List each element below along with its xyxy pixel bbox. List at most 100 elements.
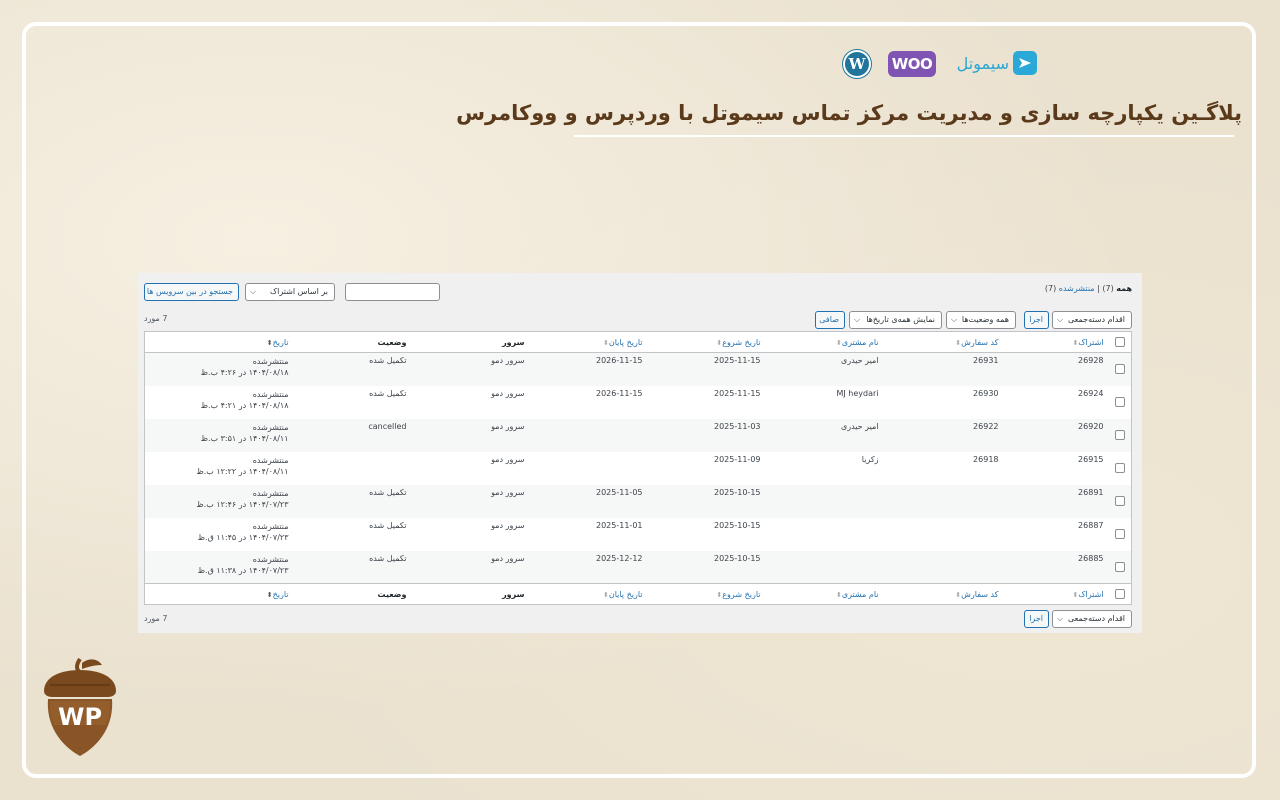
cell-date: منتشرشده ۱۴۰۴/۰۸/۱۸ در ۴:۲۶ ب.ظ (145, 353, 295, 386)
filter-all-label[interactable]: همه (1116, 284, 1132, 293)
column-date[interactable]: تاریخ⬍ (144, 331, 295, 353)
cell-server: سرور دمو (491, 421, 525, 431)
cell-end-date: 2026-11-15 (596, 356, 643, 365)
row-checkbox-cell[interactable] (1110, 386, 1132, 419)
column-label: تاریخ شروع (722, 589, 761, 599)
column-date[interactable]: تاریخ⬍ (144, 583, 295, 605)
cell-publish-state: منتشرشده (252, 554, 289, 564)
row-checkbox-cell[interactable] (1110, 518, 1132, 551)
bulk-action-select[interactable]: ⌵ اقدام دسته‌جمعی (1052, 311, 1132, 329)
cell-server: سرور دمو (491, 388, 525, 398)
cell-subscription[interactable]: 26891 (1005, 485, 1110, 518)
column-order-code[interactable]: کد سفارش⬍ (884, 331, 1005, 353)
table-body: 26928 26931 امیر حیدری 2025-11-15 2026-11-15… (144, 352, 1132, 584)
table-row[interactable]: 26924 26930 MJ heydari 2025-11-15 2026-11-15… (145, 386, 1132, 419)
bulk-action-label: اقدام دسته‌جمعی (1067, 315, 1125, 324)
apply-button-bottom[interactable]: اجرا (1024, 610, 1049, 628)
table-row[interactable]: 26920 26922 امیر حیدری 2025-11-03 سرور دمو ca… (144, 418, 1132, 452)
status-filter-select[interactable]: ⌵ همه وضعیت‌ها (946, 311, 1016, 329)
date-filter-select[interactable]: ⌵ نمایش همه‌ی تاریخ‌ها (849, 311, 942, 329)
search-services-button[interactable]: جستجو در بین سرویس ها (144, 283, 239, 301)
column-start-date[interactable]: تاریخ شروع⬍ (648, 331, 767, 353)
bulk-action-select-bottom[interactable]: ⌵ اقدام دسته‌جمعی (1052, 610, 1132, 628)
admin-list-panel: همه (7) | منتشرشده (7) ⌵ بر اساس اشتراک … (138, 273, 1142, 633)
cell-end-date: 2025-11-01 (596, 520, 643, 530)
cell-order-code: 26922 (973, 421, 999, 431)
cell-customer-name: زکریا (861, 454, 879, 464)
column-label: تاریخ شروع (722, 337, 761, 347)
filter-button[interactable]: صافی (815, 311, 845, 329)
row-checkbox[interactable] (1115, 496, 1126, 506)
cell-subscription[interactable]: 26928 (1005, 353, 1110, 386)
cell-date: منتشرشده ۱۴۰۴/۰۸/۱۱ در ۱۲:۲۲ ب.ظ (145, 452, 295, 485)
apply-button[interactable]: اجرا (1024, 311, 1049, 329)
filter-published-link[interactable]: منتشرشده (1059, 284, 1095, 293)
cell-status: تکمیل شده (369, 520, 407, 530)
chevron-down-icon: ⌵ (951, 315, 958, 324)
cell-order-code (885, 485, 1005, 518)
column-subscription[interactable]: اشتراک⬍ (1004, 583, 1110, 605)
woocommerce-logo-icon: WOO (888, 51, 936, 77)
select-all-checkbox[interactable] (1115, 589, 1126, 599)
column-order-code[interactable]: کد سفارش⬍ (884, 583, 1005, 605)
table-row[interactable]: 26885 2025-10-15 2025-12-12 سرور دمو تکمیل ش… (144, 550, 1132, 584)
cell-publish-date: ۱۴۰۴/۰۸/۱۱ در ۳:۵۱ ب.ظ (200, 433, 289, 443)
cell-subscription[interactable]: 26885 (1005, 551, 1110, 584)
column-label: تاریخ پایان (608, 337, 643, 347)
row-checkbox[interactable] (1115, 463, 1126, 473)
cell-end-date: 2025-12-12 (596, 553, 643, 563)
cell-date: منتشرشده ۱۴۰۴/۰۷/۲۳ در ۱۱:۴۵ ق.ظ (145, 518, 295, 551)
select-all-checkbox-cell-footer[interactable] (1109, 583, 1132, 605)
cell-start-date: 2025-10-15 (714, 520, 761, 530)
column-label: اشتراک (1078, 589, 1104, 599)
corner-logo-text: WP (57, 703, 103, 731)
row-checkbox-cell[interactable] (1110, 551, 1132, 584)
column-status: وضعیت (294, 583, 413, 605)
column-customer-name[interactable]: نام مشتری⬍ (766, 583, 885, 605)
cell-start-date: 2025-11-03 (714, 421, 761, 431)
row-checkbox[interactable] (1115, 364, 1126, 375)
cell-subscription[interactable]: 26924 (1005, 386, 1110, 419)
cell-server: سرور دمو (491, 553, 525, 563)
cell-publish-date: ۱۴۰۴/۰۷/۲۳ در ۱۱:۴۵ ق.ظ (197, 532, 289, 542)
search-by-select[interactable]: ⌵ بر اساس اشتراک (245, 283, 335, 301)
row-checkbox[interactable] (1115, 397, 1126, 407)
cell-customer-name (767, 485, 885, 518)
filter-published-count: (7) (1044, 284, 1057, 293)
row-checkbox-cell[interactable] (1110, 419, 1132, 452)
chevron-down-icon: ⌵ (1057, 614, 1064, 623)
column-label: کد سفارش (961, 337, 999, 347)
date-filter-label: نمایش همه‌ی تاریخ‌ها (866, 315, 935, 324)
cell-server: سرور دمو (491, 520, 525, 530)
items-count-bottom: 7 مورد (144, 614, 168, 623)
cell-end-date: 2026-11-15 (596, 388, 643, 398)
table-row[interactable]: 26891 2025-10-15 2025-11-05 سرور دمو تکمیل ش… (144, 484, 1132, 518)
column-start-date[interactable]: تاریخ شروع⬍ (648, 583, 767, 605)
cell-start-date: 2025-10-15 (714, 553, 761, 563)
cell-subscription[interactable]: 26887 (1005, 518, 1110, 551)
table-row[interactable]: 26887 2025-10-15 2025-11-01 سرور دمو تکمیل ش… (145, 518, 1132, 551)
row-checkbox-cell[interactable] (1110, 485, 1132, 518)
select-all-checkbox-cell[interactable] (1109, 331, 1132, 353)
table-row[interactable]: 26915 26918 زکریا 2025-11-09 سرور دمو منتشرشد… (145, 452, 1132, 485)
select-all-checkbox[interactable] (1115, 337, 1126, 347)
cell-subscription[interactable]: 26915 (1005, 452, 1110, 485)
cell-date: منتشرشده ۱۴۰۴/۰۸/۱۸ در ۴:۲۱ ب.ظ (145, 386, 295, 419)
row-checkbox[interactable] (1115, 430, 1126, 440)
row-checkbox-cell[interactable] (1110, 353, 1132, 386)
row-checkbox[interactable] (1115, 561, 1126, 572)
column-label: تاریخ پایان (608, 589, 643, 599)
cell-subscription[interactable]: 26920 (1005, 419, 1110, 452)
column-subscription[interactable]: اشتراک⬍ (1004, 331, 1110, 353)
column-end-date[interactable]: تاریخ پایان⬍ (530, 331, 649, 353)
row-checkbox-cell[interactable] (1110, 452, 1132, 485)
column-customer-name[interactable]: نام مشتری⬍ (766, 331, 885, 353)
filter-separator: | (1097, 284, 1100, 293)
cell-customer-name (767, 518, 885, 551)
row-checkbox[interactable] (1115, 529, 1126, 539)
search-input[interactable] (345, 283, 440, 301)
table-row[interactable]: 26928 26931 امیر حیدری 2025-11-15 2026-11-15… (144, 352, 1132, 386)
cell-publish-state: منتشرشده (252, 389, 289, 399)
column-end-date[interactable]: تاریخ پایان⬍ (530, 583, 649, 605)
cell-date: منتشرشده ۱۴۰۴/۰۷/۲۳ در ۱۲:۴۶ ب.ظ (145, 485, 295, 518)
